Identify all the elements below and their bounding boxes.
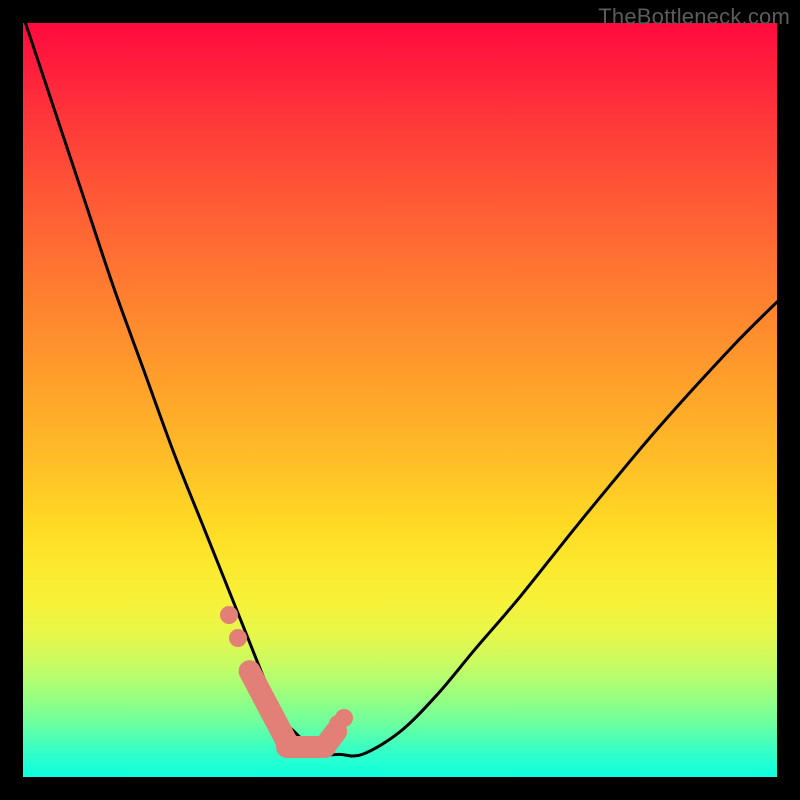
plot-area <box>23 23 777 777</box>
marker-layer <box>23 23 777 777</box>
marker-left-dot-1 <box>229 629 247 647</box>
watermark-text: TheBottleneck.com <box>598 4 790 30</box>
chart-frame: TheBottleneck.com <box>0 0 800 800</box>
marker-left-dot-0 <box>220 606 238 624</box>
